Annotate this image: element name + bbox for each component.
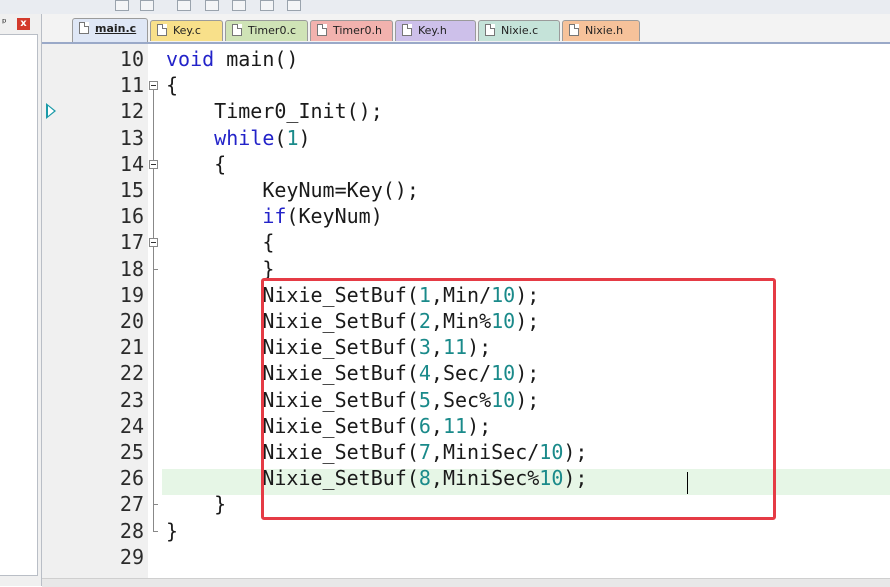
file-icon	[157, 24, 167, 36]
project-panel: ᵖ x	[0, 14, 42, 586]
code-line[interactable]: void main()	[166, 46, 298, 72]
tab-label: Nixie.c	[501, 24, 539, 37]
line-number: 23	[119, 388, 144, 412]
project-tree[interactable]	[0, 34, 38, 576]
code-token: (KeyNum)	[286, 204, 383, 228]
code-line[interactable]: while(1)	[166, 125, 311, 151]
toolbar-button-icon[interactable]	[287, 0, 301, 11]
line-number: 26	[119, 466, 144, 490]
fold-guide	[153, 169, 154, 238]
highlight-box	[261, 278, 776, 520]
fold-end-marker	[153, 504, 158, 505]
line-number: 19	[119, 283, 144, 307]
code-line[interactable]: if(KeyNum)	[166, 203, 383, 229]
code-line[interactable]: KeyNum=Key();	[166, 177, 419, 203]
keyword-token: void	[166, 47, 215, 71]
code-line[interactable]: }	[166, 256, 274, 282]
tab-label: Timer0.c	[248, 24, 296, 37]
line-number: 25	[119, 440, 144, 464]
line-number: 21	[119, 335, 144, 359]
line-number: 11	[119, 73, 144, 97]
line-number: 20	[119, 309, 144, 333]
file-icon	[232, 24, 242, 36]
code-token: )	[298, 126, 311, 150]
code-line[interactable]: Timer0_Init();	[166, 98, 383, 124]
code-token: (	[274, 126, 287, 150]
tab-label: Nixie.h	[585, 24, 624, 37]
pin-icon[interactable]: ᵖ	[2, 16, 7, 29]
code-token: }	[166, 519, 179, 543]
code-token: KeyNum=Key();	[166, 178, 419, 202]
file-icon	[485, 24, 495, 36]
file-tab-bar: main.c Key.c Timer0.c Timer0.h Key.h Nixie.c N…	[42, 14, 890, 44]
toolbar-button-icon[interactable]	[205, 0, 219, 11]
tab-timer0-h[interactable]: Timer0.h	[310, 20, 393, 41]
line-number: 15	[119, 178, 144, 202]
toolbar-button-icon[interactable]	[115, 0, 129, 11]
close-icon[interactable]: x	[17, 18, 30, 30]
code-token: {	[166, 230, 275, 254]
line-number: 10	[119, 47, 144, 71]
line-number: 12	[119, 99, 144, 123]
code-token: {	[166, 152, 227, 176]
line-number: 16	[119, 204, 144, 228]
fold-collapse-icon[interactable]	[149, 160, 158, 169]
fold-end-marker	[153, 531, 158, 532]
tab-nixie-c[interactable]: Nixie.c	[478, 20, 560, 41]
fold-collapse-icon[interactable]	[149, 238, 158, 247]
code-line[interactable]: {	[166, 229, 274, 255]
toolbar-button-icon[interactable]	[260, 0, 274, 11]
fold-guide	[153, 247, 154, 531]
line-number: 29	[119, 545, 144, 569]
tab-timer0-c[interactable]: Timer0.c	[225, 20, 308, 41]
toolbar-button-icon[interactable]	[232, 0, 246, 11]
tab-label: main.c	[95, 22, 137, 35]
line-number: 28	[119, 519, 144, 543]
code-token: {	[166, 73, 179, 97]
number-token: 1	[286, 126, 299, 150]
line-number: 27	[119, 492, 144, 516]
code-token: Timer0_Init();	[166, 99, 383, 123]
tab-key-c[interactable]: Key.c	[150, 20, 223, 41]
code-token: }	[166, 492, 227, 516]
toolbar-button-icon[interactable]	[177, 0, 191, 11]
code-line[interactable]: }	[166, 518, 178, 544]
line-number: 24	[119, 414, 144, 438]
code-line[interactable]: }	[166, 491, 226, 517]
toolbar	[0, 0, 890, 15]
file-icon	[569, 24, 579, 36]
line-number: 22	[119, 361, 144, 385]
tab-nixie-h[interactable]: Nixie.h	[562, 20, 640, 41]
code-token: main()	[214, 47, 299, 71]
line-number: 13	[119, 126, 144, 150]
file-icon	[402, 24, 412, 36]
code-line[interactable]: {	[166, 151, 226, 177]
keyword-token: while	[214, 126, 275, 150]
tab-key-h[interactable]: Key.h	[395, 20, 476, 41]
code-line[interactable]: {	[166, 72, 178, 98]
fold-collapse-icon[interactable]	[149, 81, 158, 90]
file-icon	[79, 22, 89, 34]
tab-label: Key.c	[173, 24, 201, 37]
execution-arrow-icon	[46, 103, 56, 119]
tab-main-c[interactable]: main.c	[72, 18, 148, 42]
line-number: 14	[119, 152, 144, 176]
text-caret	[687, 472, 688, 494]
code-token: }	[166, 257, 275, 281]
fold-end-marker	[153, 269, 158, 270]
tab-label: Timer0.h	[333, 24, 382, 37]
tab-label: Key.h	[418, 24, 447, 37]
file-icon	[317, 24, 327, 36]
scissors-icon[interactable]	[140, 0, 154, 11]
line-number: 18	[119, 257, 144, 281]
fold-guide	[153, 90, 154, 160]
line-number: 17	[119, 230, 144, 254]
keyword-token: if	[262, 204, 287, 228]
